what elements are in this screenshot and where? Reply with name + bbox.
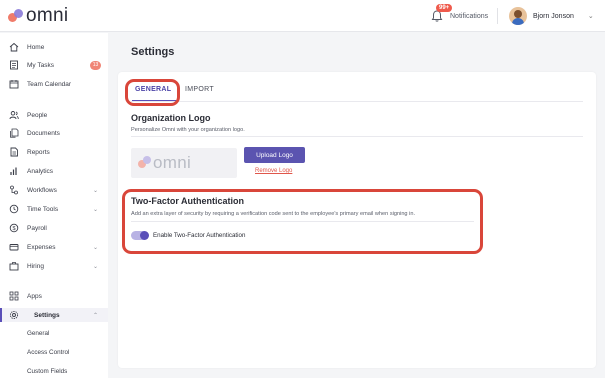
sidebar-item-apps[interactable]: Apps <box>0 289 108 303</box>
sidebar-item-documents[interactable]: Documents <box>0 126 108 140</box>
tab-import[interactable]: IMPORT <box>185 86 214 93</box>
sidebar-item-reports[interactable]: Reports <box>0 145 108 159</box>
header-divider <box>497 8 498 24</box>
workflows-icon <box>9 185 19 195</box>
analytics-icon <box>9 166 19 176</box>
tab-divider <box>131 101 583 102</box>
sidebar-item-workflows[interactable]: Workflows ⌄ <box>0 183 108 197</box>
expenses-icon <box>9 242 19 252</box>
org-logo-description: Personalize Omni with your organization … <box>131 127 245 133</box>
home-icon <box>9 42 19 52</box>
two-factor-title: Two-Factor Authentication <box>131 196 244 206</box>
upload-logo-button[interactable]: Upload Logo <box>244 147 305 163</box>
sidebar-item-analytics[interactable]: Analytics <box>0 164 108 178</box>
sidebar-subitem-access-control[interactable]: Access Control <box>27 349 69 356</box>
documents-icon <box>9 128 19 138</box>
tasks-count-badge: 13 <box>90 60 101 70</box>
section-divider <box>131 221 474 222</box>
hiring-icon <box>9 261 19 271</box>
payroll-icon: $ <box>9 223 19 233</box>
page-title: Settings <box>131 46 175 58</box>
sidebar-subitem-custom-fields[interactable]: Custom Fields <box>27 368 67 375</box>
two-factor-description: Add an extra layer of security by requir… <box>131 211 416 217</box>
people-icon <box>9 110 19 120</box>
sidebar-item-home[interactable]: Home <box>0 40 108 54</box>
sidebar-item-expenses[interactable]: Expenses ⌄ <box>0 240 108 254</box>
chevron-up-icon: ⌃ <box>93 312 99 319</box>
remove-logo-link[interactable]: Remove Logo <box>255 168 292 174</box>
clock-icon <box>9 204 19 214</box>
chevron-down-icon: ⌄ <box>93 244 99 251</box>
tasks-icon <box>9 60 19 70</box>
section-divider <box>131 136 583 137</box>
logo-preview-text: omni <box>153 153 192 172</box>
gear-icon <box>9 310 19 320</box>
sidebar-item-hiring[interactable]: Hiring ⌄ <box>0 259 108 273</box>
logo-preview: omni <box>131 148 237 178</box>
chevron-down-icon: ⌄ <box>587 13 594 20</box>
sidebar-item-team-calendar[interactable]: Team Calendar <box>0 77 108 91</box>
apps-icon <box>9 291 19 301</box>
sidebar-item-people[interactable]: People <box>0 108 108 122</box>
sidebar-item-time-tools[interactable]: Time Tools ⌄ <box>0 202 108 216</box>
chevron-down-icon: ⌄ <box>93 187 99 194</box>
chevron-down-icon: ⌄ <box>93 206 99 213</box>
two-factor-toggle-label: Enable Two-Factor Authentication <box>153 232 246 239</box>
sidebar: Home My Tasks 13 Team Calendar People Do… <box>0 33 108 378</box>
sidebar-item-payroll[interactable]: $ Payroll <box>0 221 108 235</box>
svg-text:$: $ <box>12 226 15 232</box>
user-name: Bjorn Jonson <box>533 12 574 20</box>
two-factor-toggle[interactable] <box>131 231 149 240</box>
top-bar: omni 99+ Notifications Bjorn Jonson ⌄ <box>0 0 605 32</box>
notifications-badge: 99+ <box>436 4 453 12</box>
sidebar-item-settings[interactable]: Settings ⌃ <box>0 308 108 322</box>
avatar <box>509 7 527 25</box>
calendar-icon <box>9 79 19 89</box>
notifications-label: Notifications <box>450 12 489 20</box>
org-logo-title: Organization Logo <box>131 113 211 123</box>
app-logo[interactable]: omni <box>8 5 69 26</box>
sidebar-item-my-tasks[interactable]: My Tasks 13 <box>0 58 108 72</box>
logo-text: omni <box>26 5 69 26</box>
bell-icon: 99+ <box>430 4 453 23</box>
user-menu[interactable]: Bjorn Jonson ⌄ <box>509 5 594 27</box>
notifications-button[interactable]: 99+ Notifications <box>430 4 489 26</box>
reports-icon <box>9 147 19 157</box>
chevron-down-icon: ⌄ <box>93 263 99 270</box>
tab-general[interactable]: GENERAL <box>135 86 171 93</box>
sidebar-subitem-general[interactable]: General <box>27 330 49 337</box>
logo-mark-icon <box>8 8 24 24</box>
